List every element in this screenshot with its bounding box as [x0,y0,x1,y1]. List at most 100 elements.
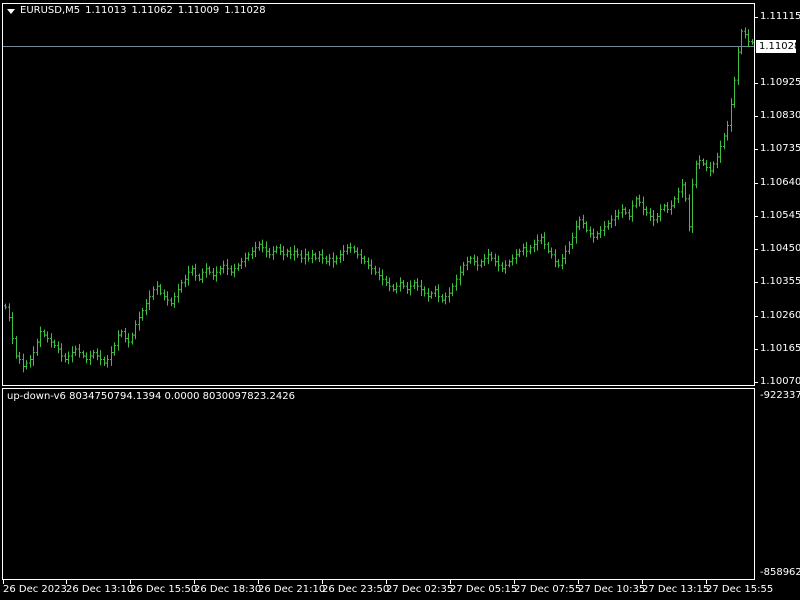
ohlc-bar [74,345,77,356]
ohlc-bar [413,279,416,290]
ohlc-bar [388,277,391,292]
ohlc-bar [191,265,194,276]
time-label: 26 Dec 13:10 [66,584,134,595]
time-label: 27 Dec 13:15 [642,584,710,595]
ohlc-bar [275,245,278,254]
ohlc-bar [670,200,673,215]
time-label: 26 Dec 18:30 [194,584,262,595]
ohlc-bar [198,273,201,282]
ohlc-bar [444,292,447,305]
ohlc-bar [353,245,356,254]
price-bars [4,27,754,373]
ohlc-bar [557,259,560,268]
ohlc-bar [409,280,412,296]
ohlc-bar [392,284,395,292]
ohlc-bar [268,247,271,259]
ohlc-bar [638,194,641,207]
ohlc-bar [635,196,638,209]
indicator-axis-bottom: -85896253 [760,567,800,578]
ohlc-bar [89,350,92,365]
price-label: 1.10165 [760,343,800,354]
ohlc-bar [219,265,222,276]
ohlc-bar [684,181,687,202]
ohlc-bar [483,254,486,266]
ohlc-bar [681,179,684,198]
ohlc-bar [279,243,282,256]
ohlc-bar [652,210,655,227]
ohlc-bar [402,280,405,289]
ohlc-bar [614,210,617,227]
price-label: 1.10260 [760,310,800,321]
time-label: 27 Dec 07:55 [514,584,582,595]
ohlc-bar [233,263,236,278]
price-label: 1.10545 [760,210,800,221]
ohlc-bar [374,265,377,276]
ohlc-bar [99,350,102,366]
ohlc-bar [332,252,335,268]
price-label: 1.11115 [760,11,800,22]
ohlc-bar [4,303,7,310]
ohlc-bar [325,255,328,265]
price-label: 1.10070 [760,376,800,387]
indicator-axis-top: -92233720 [760,390,800,401]
ohlc-bar [349,242,352,253]
ohlc-bar [726,120,729,141]
ohlc-bar [156,281,159,295]
ohlc-bar [656,212,659,224]
ohlc-bar [719,140,722,163]
time-label: 27 Dec 10:35 [578,584,646,595]
ohlc-bar [589,226,592,238]
ohlc-bar [666,202,669,214]
ohlc-bar [82,350,85,359]
ohlc-bar [518,248,521,258]
ohlc-bar [208,266,211,275]
ohlc-bar [307,251,310,262]
ohlc-bar [673,196,676,209]
ohlc-bar [511,254,514,266]
ohlc-bar [370,259,373,275]
ohlc-bar [712,161,715,174]
ohlc-bar [582,214,585,229]
time-label: 26 Dec 15:50 [130,584,198,595]
ohlc-bar [702,158,705,167]
ohlc-bar [356,247,359,259]
ohlc-bar [624,207,627,215]
ohlc-bar [265,241,268,258]
ohlc-bar [293,245,296,261]
ohlc-bar [39,326,42,348]
ohlc-bar [258,241,261,251]
ohlc-bar [617,209,620,220]
ohlc-bar [173,292,176,308]
indicator-header: up-down-v6 8034750794.1394 0.0000 803009… [7,391,295,402]
ohlc-bar [578,216,581,231]
ohlc-bar [367,257,370,270]
ohlc-bar [522,243,525,256]
ohlc-bar [416,278,419,291]
ohlc-bar [494,253,497,267]
ohlc-bar [603,220,606,237]
ohlc-bar [550,247,553,259]
ohlc-bar [230,265,233,276]
ohlc-bar [289,247,292,259]
ohlc-bar [321,249,324,264]
ohlc-bar [430,291,433,299]
ohlc-bar [311,249,314,264]
ohlc-bar [78,344,81,358]
ohlc-bar [455,274,458,291]
ohlc-bar [120,329,123,338]
chart-menu-icon[interactable] [7,8,15,14]
ohlc-bar [251,247,254,259]
ohlc-bar [117,330,120,351]
ohlc-bar [32,346,35,366]
ohlc-bar [740,29,743,55]
ohlc-bar [261,239,264,253]
ohlc-bar [705,160,708,172]
ohlc-bar [96,348,99,361]
ohlc-bar [180,279,183,293]
ohlc-bar [487,248,490,265]
indicator-frame [2,388,755,580]
ohlc-bar [194,263,197,281]
ohlc-bar [543,232,546,250]
ohlc-bar [596,231,599,240]
ohlc-open: 1.11013 [85,5,127,16]
